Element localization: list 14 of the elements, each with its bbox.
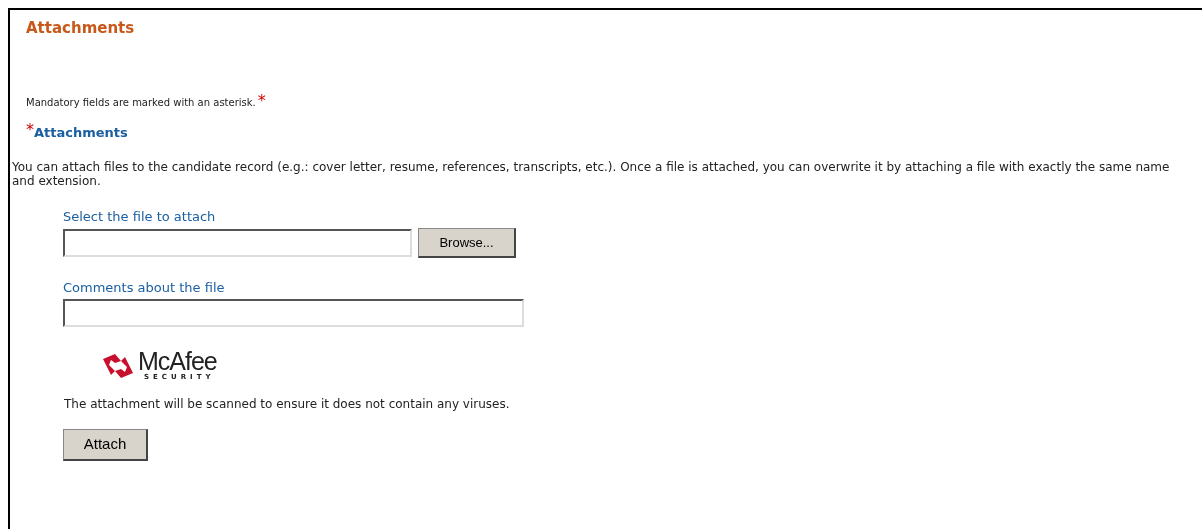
logo-name: McAfee [138,349,217,373]
field-label: Comments about the file [63,279,226,297]
mandatory-note: Mandatory fields are marked with an asterisk. [26,96,256,110]
field-label: Select the file to attach [63,208,217,226]
section-title: Attachments [34,125,128,142]
file-path-field[interactable] [63,229,412,257]
attach-button[interactable]: Attach [63,429,148,461]
scan-note: The attachment will be scanned to ensure it does not contain any viruses. [64,396,511,412]
asterisk-marker: * [257,95,266,107]
comments-field[interactable] [63,299,524,327]
description-text: You can attach files to the candidate record (e.g.: cover letter, resume, references, transcripts, etc.). Once a file is attached, you can overwrite it by attaching a file with exactly the same name and extension. [12,160,1171,188]
browse-button[interactable]: Browse... [418,228,516,258]
asterisk-marker: * [26,123,34,137]
page-title: Attachments [26,18,136,38]
